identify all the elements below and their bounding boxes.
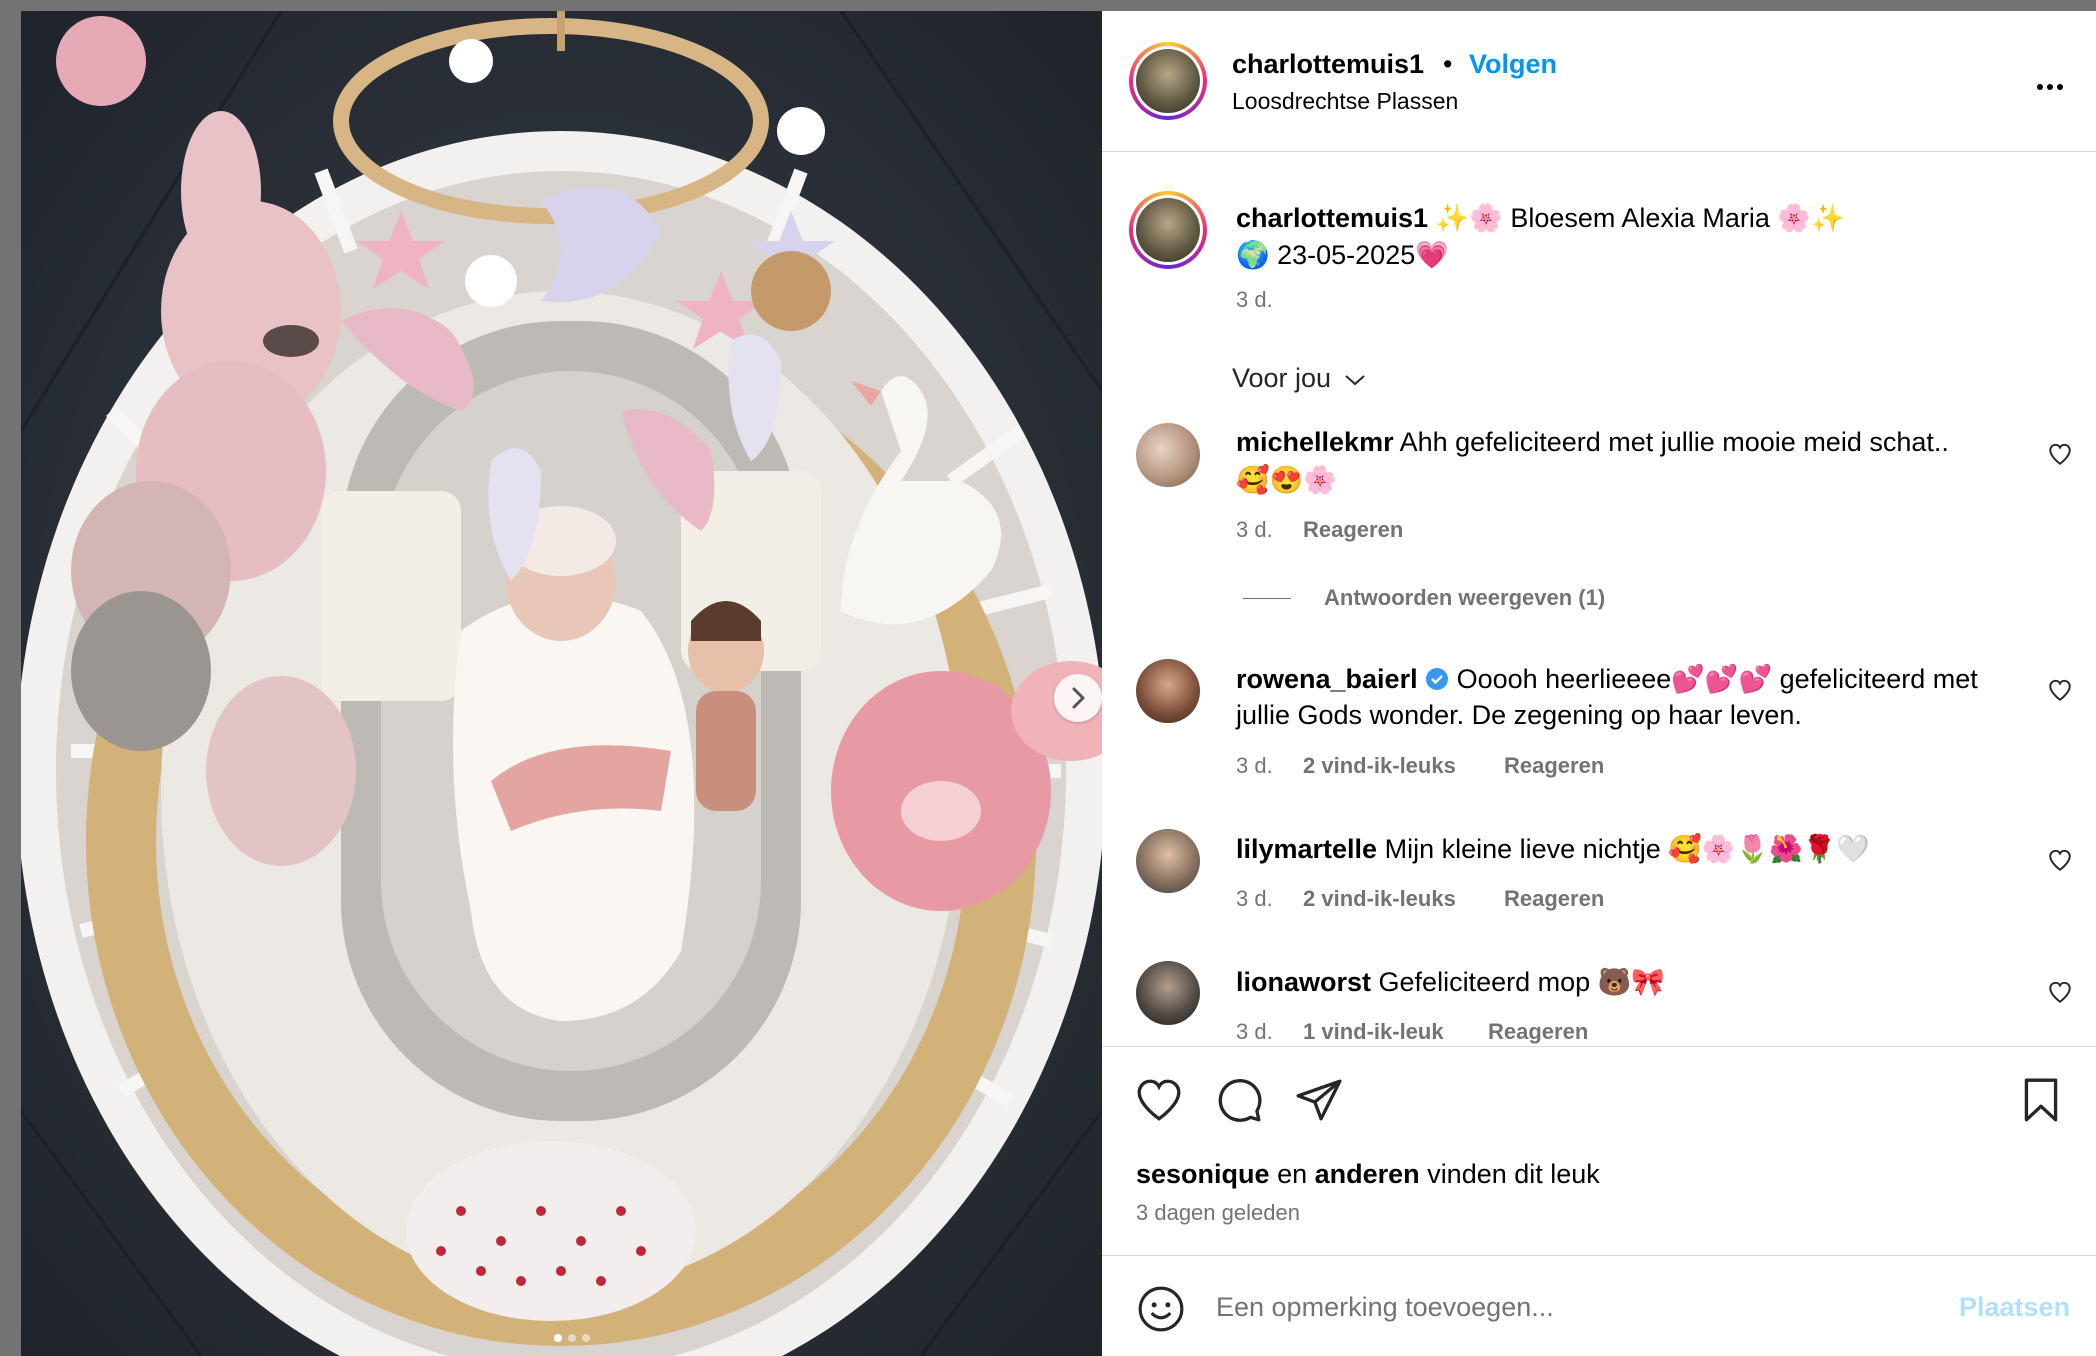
comment-time: 3 d.: [1236, 886, 1273, 911]
liker-username[interactable]: sesonique: [1136, 1159, 1270, 1189]
comment-box-divider: [1102, 1255, 2096, 1256]
carousel-dot: [554, 1334, 562, 1342]
carousel-indicator: [554, 1329, 596, 1347]
sort-label: Voor jou: [1232, 363, 1332, 393]
post-comment-button[interactable]: Plaatsen: [1959, 1292, 2070, 1323]
post-panel: charlottemuis1 • Volgen Loosdrechtse Pla…: [1102, 11, 2096, 1356]
post-username[interactable]: charlottemuis1: [1232, 49, 1424, 80]
comment-text: Ahh gefeliciteerd met jullie mooie meid …: [1399, 427, 1949, 457]
comment-input[interactable]: Een opmerking toevoegen...: [1216, 1292, 1554, 1323]
chevron-down-icon: [1344, 375, 1365, 386]
story-ring[interactable]: [1129, 191, 1207, 269]
avatar[interactable]: [1136, 829, 1200, 893]
likes-others[interactable]: anderen: [1315, 1159, 1420, 1189]
comment-like-icon[interactable]: [2047, 677, 2073, 703]
comment-line-1: michellekmr Ahh gefeliciteerd met jullie…: [1236, 427, 1949, 458]
likes-summary: sesonique en anderen vinden dit leuk: [1136, 1159, 1600, 1190]
comment-line-2: 🥰😍🌸: [1236, 465, 1337, 495]
comment-username[interactable]: lionaworst: [1236, 967, 1371, 997]
comment-username[interactable]: rowena_baierl: [1236, 664, 1418, 694]
avatar[interactable]: [1136, 423, 1200, 487]
post-date[interactable]: 3 dagen geleden: [1136, 1200, 1300, 1226]
screen: charlottemuis1 • Volgen Loosdrechtse Pla…: [0, 0, 2096, 1356]
comment-line-1: rowena_baierl Ooooh heerlieeee💕💕💕 gefeli…: [1236, 663, 1978, 695]
sort-dropdown[interactable]: Voor jou: [1232, 363, 1367, 394]
likes-suffix: vinden dit leuk: [1427, 1159, 1600, 1189]
carousel-dot: [568, 1334, 576, 1342]
comment-like-icon[interactable]: [2047, 441, 2073, 467]
avatar: [1136, 49, 1200, 113]
comment-likes[interactable]: 1 vind-ik-leuk: [1303, 1019, 1444, 1045]
verified-icon: [1426, 668, 1449, 690]
comment-line-1: lilymartelle Mijn kleine lieve nichtje 🥰…: [1236, 833, 1870, 865]
comment-time: 3 d.: [1236, 753, 1273, 778]
emoji-icon[interactable]: [1136, 1284, 1186, 1334]
comment-text: Mijn kleine lieve nichtje 🥰🌸🌷🌺🌹🤍: [1384, 834, 1870, 864]
likes-and: en: [1277, 1159, 1308, 1189]
comment-line-2: jullie Gods wonder. De zegening op haar …: [1236, 700, 1802, 730]
crib-photo-illustration: [21, 11, 1102, 1356]
carousel-dot: [582, 1334, 590, 1342]
separator-dot: •: [1443, 49, 1453, 79]
caption-line-1: charlottemuis1 ✨🌸 Bloesem Alexia Maria 🌸…: [1236, 202, 1845, 234]
avatar[interactable]: [1136, 659, 1200, 723]
reply-button[interactable]: Reageren: [1504, 753, 1604, 779]
avatar: [1136, 198, 1200, 262]
comment-likes[interactable]: 2 vind-ik-leuks: [1303, 753, 1456, 779]
caption-username[interactable]: charlottemuis1: [1236, 203, 1428, 233]
share-icon[interactable]: [1294, 1075, 1344, 1125]
comment-username[interactable]: lilymartelle: [1236, 834, 1377, 864]
comment-username[interactable]: michellekmr: [1236, 427, 1394, 457]
comment-time: 3 d.: [1236, 517, 1273, 542]
heart-icon[interactable]: [1134, 1075, 1184, 1125]
more-icon[interactable]: [2037, 77, 2067, 95]
bookmark-icon[interactable]: [2016, 1075, 2066, 1125]
comment-text: Gefeliciteerd mop 🐻🎀: [1378, 967, 1665, 997]
follow-button[interactable]: Volgen: [1469, 49, 1557, 80]
next-photo-button[interactable]: [1054, 674, 1102, 722]
reply-button[interactable]: Reageren: [1488, 1019, 1588, 1045]
header-divider: [1102, 151, 2096, 152]
reply-button[interactable]: Reageren: [1303, 517, 1403, 543]
reply-button[interactable]: Reageren: [1504, 886, 1604, 912]
comments-divider: [1102, 1046, 2096, 1047]
comment-like-icon[interactable]: [2047, 979, 2073, 1005]
post-location[interactable]: Loosdrechtse Plassen: [1232, 88, 1458, 115]
story-ring[interactable]: [1129, 42, 1207, 120]
view-replies-button[interactable]: Antwoorden weergeven (1): [1324, 585, 1605, 611]
post-photo[interactable]: [21, 11, 1102, 1356]
comment-icon[interactable]: [1214, 1075, 1264, 1125]
caption-text: ✨🌸 Bloesem Alexia Maria 🌸✨: [1435, 203, 1845, 233]
avatar[interactable]: [1136, 961, 1200, 1025]
caption-time: 3 d.: [1236, 287, 1273, 312]
comment-text: Ooooh heerlieeee💕💕💕 gefeliciteerd met: [1456, 664, 1978, 694]
comment-like-icon[interactable]: [2047, 847, 2073, 873]
replies-line: [1243, 598, 1291, 599]
comment-likes[interactable]: 2 vind-ik-leuks: [1303, 886, 1456, 912]
comment-time: 3 d.: [1236, 1019, 1273, 1044]
chevron-right-icon: [1072, 687, 1085, 709]
comment-line-1: lionaworst Gefeliciteerd mop 🐻🎀: [1236, 966, 1665, 998]
caption-line-2: 🌍 23-05-2025💗: [1236, 240, 1449, 270]
